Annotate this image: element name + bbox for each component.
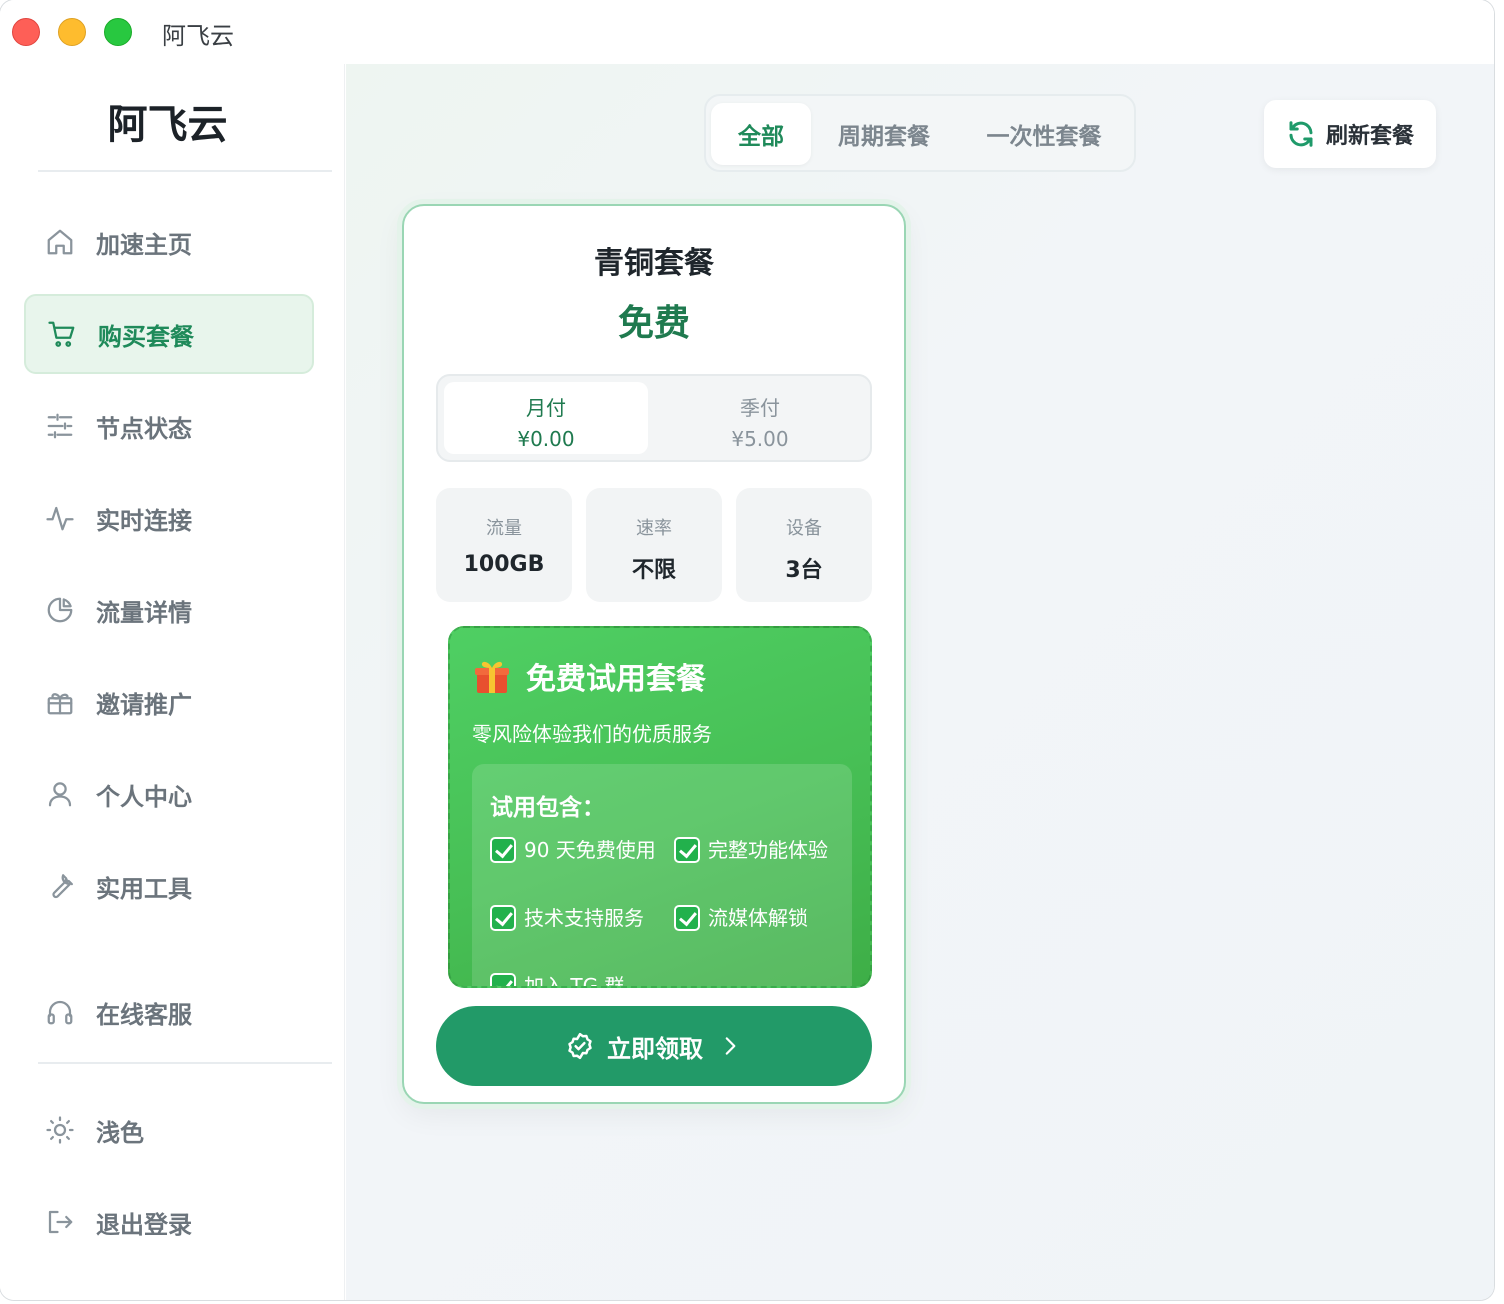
minimize-window-button[interactable] (58, 18, 86, 46)
stat-devices: 设备 3台 (736, 488, 872, 602)
refresh-label: 刷新套餐 (1325, 124, 1414, 149)
stat-value: 3台 (785, 558, 823, 583)
trial-title: 免费试用套餐 (526, 662, 706, 697)
plan-filter-tabs: 全部 周期套餐 一次性套餐 (704, 94, 1136, 172)
sidebar-item-label: 浅色 (96, 1118, 144, 1147)
sidebar-item-label: 购买套餐 (98, 322, 194, 351)
logout-button[interactable]: 退出登录 (24, 1182, 314, 1262)
plan-card: 青铜套餐 免费 月付 ¥0.00 季付 ¥5.00 流量 100GB 速率 不限 (402, 204, 906, 1104)
claim-now-button[interactable]: 立即领取 (436, 1006, 872, 1086)
sidebar-item-label: 实用工具 (96, 874, 192, 903)
sidebar-item-label: 邀请推广 (96, 690, 192, 719)
stat-key: 流量 (486, 518, 522, 539)
refresh-icon (1289, 121, 1313, 147)
chevron-right-icon (725, 1037, 736, 1055)
app-window: 阿飞云 阿飞云 加速主页 购买套餐 节点状态 实时连接 流量详情 邀请推广 个人… (0, 0, 1494, 1300)
sidebar-item-home[interactable]: 加速主页 (24, 202, 314, 282)
period-amount: ¥5.00 (731, 427, 789, 451)
sidebar-item-nodes[interactable]: 节点状态 (24, 386, 314, 466)
feature-item: 90 天免费使用 (490, 836, 660, 864)
sidebar-item-invite[interactable]: 邀请推广 (24, 662, 314, 742)
window-title: 阿飞云 (162, 22, 234, 50)
gift-icon (44, 686, 76, 718)
zoom-window-button[interactable] (104, 18, 132, 46)
trial-includes-box: 试用包含： 90 天免费使用 完整功能体验 技术支持服务 流媒体解锁 加入 TG… (472, 764, 852, 986)
sidebar-item-profile[interactable]: 个人中心 (24, 754, 314, 834)
pie-chart-icon (44, 594, 76, 626)
check-icon (674, 905, 700, 931)
free-trial-panel[interactable]: 免费试用套餐 零风险体验我们的优质服务 试用包含： 90 天免费使用 完整功能体… (448, 626, 872, 988)
plan-name: 青铜套餐 (594, 246, 714, 281)
sidebar-item-label: 流量详情 (96, 598, 192, 627)
cta-label: 立即领取 (607, 1034, 703, 1063)
stat-speed: 速率 不限 (586, 488, 722, 602)
billing-period-selector: 月付 ¥0.00 季付 ¥5.00 (436, 374, 872, 462)
period-monthly[interactable]: 月付 ¥0.00 (444, 382, 648, 454)
sidebar-item-traffic[interactable]: 流量详情 (24, 570, 314, 650)
logout-icon (44, 1206, 76, 1238)
gift-emoji-icon (475, 661, 509, 693)
user-icon (44, 778, 76, 810)
sidebar: 阿飞云 加速主页 购买套餐 节点状态 实时连接 流量详情 邀请推广 个人中心 实… (0, 64, 345, 1300)
stat-key: 速率 (636, 518, 672, 539)
activity-icon (44, 502, 76, 534)
feature-item: 加入 TG 群 (490, 972, 660, 986)
home-icon (44, 226, 76, 258)
check-icon (490, 973, 516, 986)
check-icon (490, 905, 516, 931)
sliders-icon (44, 410, 76, 442)
trial-header: 免费试用套餐 (472, 654, 706, 698)
wrench-icon (44, 870, 76, 902)
sidebar-item-label: 实时连接 (96, 506, 192, 535)
main-content: 全部 周期套餐 一次性套餐 刷新套餐 青铜套餐 免费 月付 ¥0.00 季付 ¥… (346, 64, 1494, 1300)
headset-icon (44, 996, 76, 1028)
feature-item: 流媒体解锁 (674, 904, 844, 932)
feature-item: 技术支持服务 (490, 904, 660, 932)
sidebar-item-label: 加速主页 (96, 230, 192, 259)
plan-price: 免费 (617, 303, 690, 344)
trial-subtitle: 零风险体验我们的优质服务 (472, 722, 712, 746)
sidebar-item-label: 在线客服 (96, 1000, 192, 1029)
tab-all[interactable]: 全部 (711, 103, 811, 165)
period-label: 季付 (740, 396, 780, 420)
period-label: 月付 (526, 396, 566, 420)
brand-logo: 阿飞云 (107, 102, 228, 148)
sidebar-item-label: 个人中心 (96, 782, 192, 811)
sidebar-item-tools[interactable]: 实用工具 (24, 846, 314, 926)
sidebar-item-label: 节点状态 (96, 414, 192, 443)
theme-toggle[interactable]: 浅色 (24, 1090, 314, 1170)
stat-traffic: 流量 100GB (436, 488, 572, 602)
title-bar: 阿飞云 (0, 0, 1494, 64)
cart-icon (46, 318, 78, 350)
sidebar-item-label: 退出登录 (96, 1210, 192, 1239)
tab-one-time[interactable]: 一次性套餐 (964, 103, 1124, 165)
sun-icon (44, 1114, 76, 1146)
sidebar-item-connections[interactable]: 实时连接 (24, 478, 314, 558)
sidebar-item-support[interactable]: 在线客服 (24, 972, 314, 1052)
feature-item: 完整功能体验 (674, 836, 844, 864)
check-icon (490, 837, 516, 863)
tab-periodic[interactable]: 周期套餐 (819, 103, 949, 165)
sidebar-divider (38, 170, 332, 172)
period-amount: ¥0.00 (517, 427, 575, 451)
close-window-button[interactable] (12, 18, 40, 46)
stat-value: 不限 (631, 558, 676, 583)
includes-title: 试用包含： (490, 795, 605, 821)
sidebar-item-purchase[interactable]: 购买套餐 (24, 294, 314, 374)
stat-key: 设备 (786, 518, 822, 539)
check-icon (674, 837, 700, 863)
refresh-plans-button[interactable]: 刷新套餐 (1264, 100, 1436, 168)
period-quarterly[interactable]: 季付 ¥5.00 (658, 382, 862, 454)
badge-check-icon (568, 1032, 592, 1060)
sidebar-divider (38, 1062, 332, 1064)
stat-value: 100GB (463, 552, 545, 577)
